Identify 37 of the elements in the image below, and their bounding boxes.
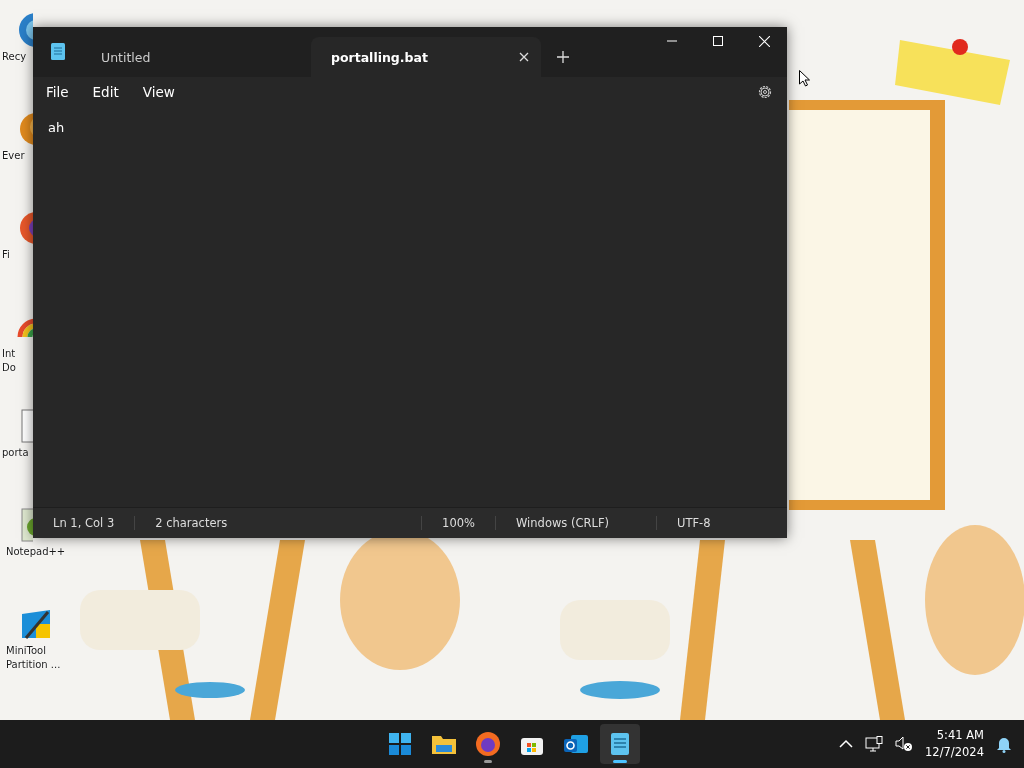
notification-bell-icon[interactable] — [996, 735, 1012, 753]
windows-logo-icon — [387, 731, 413, 757]
file-tab[interactable]: Untitled — [81, 37, 311, 77]
taskbar-app[interactable] — [600, 724, 640, 764]
shortcut-label: Ever — [1, 149, 25, 163]
character-count: 2 characters — [154, 516, 229, 530]
shortcut-label: Notepad++ — [5, 545, 66, 559]
shortcut-label: Do — [1, 361, 16, 375]
muted-speaker-icon[interactable] — [895, 736, 914, 752]
browser-icon — [475, 731, 501, 757]
shortcut-label: Fi — [1, 248, 10, 262]
editor-text: ah — [48, 120, 65, 135]
clock-time[interactable]: 5:41 AM — [936, 727, 984, 744]
paint-splash-drawing — [175, 682, 245, 698]
shortcut-label: Partition ... — [5, 658, 61, 672]
clock-date[interactable]: 12/7/2024 — [925, 744, 984, 761]
new-tab-icon[interactable] — [557, 51, 569, 63]
shortcut-label: Int — [1, 347, 16, 361]
network-icon[interactable] — [865, 735, 884, 753]
mouse-cursor-icon — [799, 70, 810, 87]
encoding: UTF-8 — [676, 516, 712, 530]
cursor-position: Ln 1, Col 3 — [52, 516, 116, 530]
line-endings: Windows (CRLF) — [515, 516, 610, 530]
zoom-level: 100% — [441, 516, 476, 530]
close-icon — [758, 35, 770, 47]
shortcut-label: porta — [1, 446, 29, 460]
maximize-icon — [713, 36, 723, 46]
notepad-icon — [51, 43, 65, 60]
menu-item[interactable]: File — [46, 84, 93, 100]
settings-icon[interactable] — [757, 84, 773, 100]
shortcut-label: MiniTool — [5, 644, 46, 658]
menu-item[interactable]: View — [142, 84, 199, 100]
close-tab-icon[interactable] — [519, 52, 529, 62]
file-tab[interactable]: portalling.bat — [311, 37, 541, 77]
menu-item[interactable]: Edit — [92, 84, 143, 100]
shortcut-label: Recy — [1, 50, 27, 64]
chevron-up-icon[interactable] — [839, 739, 854, 749]
